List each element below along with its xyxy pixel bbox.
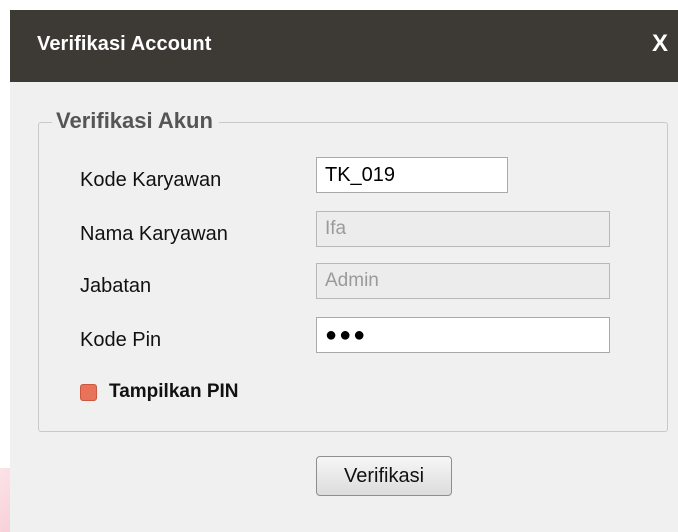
dialog-window: Verifikasi Account X Verifikasi Akun Kod… <box>10 10 678 532</box>
nama-karyawan-field <box>316 211 610 247</box>
show-pin-label: Tampilkan PIN <box>109 381 239 402</box>
dialog-title: Verifikasi Account <box>37 33 212 55</box>
kode-karyawan-input[interactable] <box>316 157 508 193</box>
verify-button[interactable]: Verifikasi <box>316 456 452 496</box>
nama-karyawan-label: Nama Karyawan <box>80 223 228 245</box>
jabatan-label: Jabatan <box>80 275 152 297</box>
show-pin-checkbox[interactable] <box>80 383 97 401</box>
kode-pin-input[interactable] <box>316 317 610 353</box>
show-pin-toggle[interactable]: Tampilkan PIN <box>80 381 239 403</box>
jabatan-field <box>316 263 610 299</box>
close-icon[interactable]: X <box>646 28 674 60</box>
title-bar: Verifikasi Account X <box>10 10 678 82</box>
groupbox-legend: Verifikasi Akun <box>52 108 219 134</box>
kode-karyawan-label: Kode Karyawan <box>80 169 222 191</box>
kode-pin-label: Kode Pin <box>80 329 162 351</box>
